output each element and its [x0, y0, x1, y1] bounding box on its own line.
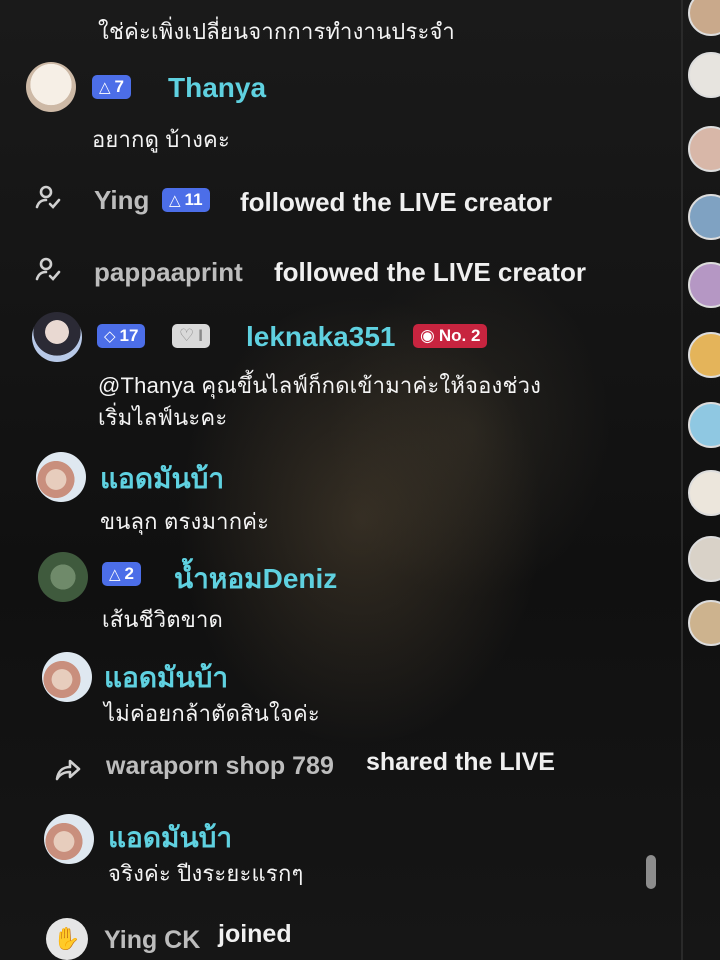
username[interactable]: แอดมันบ้า	[108, 816, 232, 860]
message-text: ไม่ค่อยกล้าตัดสินใจค่ะ	[104, 701, 320, 726]
viewer-avatar[interactable]	[688, 332, 720, 378]
chat-message: △ 2 น้ำหอมDeniz เส้นชีวิตขาด	[0, 548, 680, 638]
avatar[interactable]	[32, 312, 82, 362]
level-number: 2	[124, 564, 135, 583]
level-icon: △	[109, 566, 121, 583]
username[interactable]: Ying CK	[104, 926, 200, 955]
live-chat-feed: ใช่ค่ะเพิ่งเปลี่ยนจากการทำงานประจำ △ 7 Th…	[0, 0, 680, 960]
share-arrow-icon	[48, 750, 88, 790]
level-number: 11	[184, 190, 203, 209]
username[interactable]: pappaaprint	[94, 257, 243, 288]
message-text: เริ่มไลฟ์นะคะ	[98, 405, 228, 430]
heart-icon: ♡	[179, 326, 195, 345]
viewer-avatar[interactable]	[688, 470, 720, 516]
chat-message: ใช่ค่ะเพิ่งเปลี่ยนจากการทำงานประจำ	[0, 0, 680, 50]
system-event-join: ✋ Ying CK joined	[0, 910, 680, 960]
message-text: เส้นชีวิตขาด	[102, 607, 224, 632]
level-icon: △	[169, 192, 181, 209]
username[interactable]: แอดมันบ้า	[104, 656, 228, 700]
viewer-avatar[interactable]	[688, 126, 720, 172]
message-text: @Thanya คุณขึ้นไลฟ์ก็กดเข้ามาค่ะให้จองช่…	[98, 373, 542, 398]
level-icon: ◇	[104, 328, 116, 345]
fan-level: I	[198, 326, 203, 345]
level-badge: △ 11	[162, 188, 210, 212]
level-number: 7	[114, 77, 125, 96]
system-event-follow: Ying △ 11 followed the LIVE creator	[0, 172, 680, 228]
message-text: ขนลุก ตรงมากค่ะ	[100, 509, 270, 534]
rank-badge: ◉ No. 2	[413, 324, 488, 348]
avatar[interactable]	[26, 62, 76, 112]
level-badge: △ 7	[92, 75, 132, 99]
panel-divider	[681, 0, 683, 960]
event-text: followed the LIVE creator	[274, 257, 587, 287]
message-text: ใช่ค่ะเพิ่งเปลี่ยนจากการทำงานประจำ	[98, 19, 455, 44]
chat-message: แอดมันบ้า จริงค่ะ ปีงระยะแรกๆ	[0, 808, 680, 892]
viewer-avatar[interactable]	[688, 52, 720, 98]
username[interactable]: แอดมันบ้า	[100, 457, 224, 501]
viewer-avatar[interactable]	[688, 536, 720, 582]
message-text: จริงค่ะ ปีงระยะแรกๆ	[108, 861, 304, 886]
username[interactable]: leknaka351	[246, 321, 395, 353]
viewer-avatar[interactable]	[688, 262, 720, 308]
user-follow-icon	[28, 250, 68, 290]
chat-message: แอดมันบ้า ขนลุก ตรงมากค่ะ	[0, 448, 680, 538]
user-follow-icon	[28, 178, 68, 218]
system-event-follow: pappaaprint followed the LIVE creator	[0, 244, 680, 300]
username[interactable]: waraporn shop 789	[106, 752, 334, 781]
viewer-avatar[interactable]	[688, 0, 720, 36]
avatar[interactable]	[44, 814, 94, 864]
level-badge: △ 2	[102, 562, 142, 586]
event-text: shared the LIVE	[366, 748, 555, 776]
avatar[interactable]	[36, 452, 86, 502]
viewer-avatar[interactable]	[688, 600, 720, 646]
fan-club-badge: ♡ I	[172, 324, 210, 348]
rank-icon: ◉	[420, 326, 435, 345]
viewer-avatar[interactable]	[688, 402, 720, 448]
chat-message: △ 7 Thanya อยากดู บ้างคะ	[0, 58, 680, 153]
chat-scrollbar[interactable]	[646, 855, 656, 889]
level-badge: ◇ 17	[97, 324, 146, 348]
username[interactable]: น้ำหอมDeniz	[174, 557, 337, 601]
message-text: อยากดู บ้างคะ	[92, 127, 230, 152]
username[interactable]: Ying	[94, 185, 149, 216]
event-text: joined	[218, 920, 292, 948]
event-text: followed the LIVE creator	[240, 187, 553, 217]
level-number: 17	[119, 326, 139, 345]
avatar[interactable]	[42, 652, 92, 702]
avatar[interactable]	[38, 552, 88, 602]
system-event-share: waraporn shop 789 shared the LIVE	[0, 740, 680, 796]
viewer-avatar[interactable]	[688, 194, 720, 240]
viewer-list	[684, 0, 720, 960]
chat-message: ◇ 17 ♡ I leknaka351 ◉ No. 2 @Thanya คุณขึ้น…	[0, 310, 680, 430]
chat-message: แอดมันบ้า ไม่ค่อยกล้าตัดสินใจค่ะ	[0, 648, 680, 728]
username[interactable]: Thanya	[168, 72, 266, 104]
rank-text: No. 2	[438, 326, 481, 345]
waving-hand-icon: ✋	[46, 918, 88, 960]
level-icon: △	[99, 79, 111, 96]
